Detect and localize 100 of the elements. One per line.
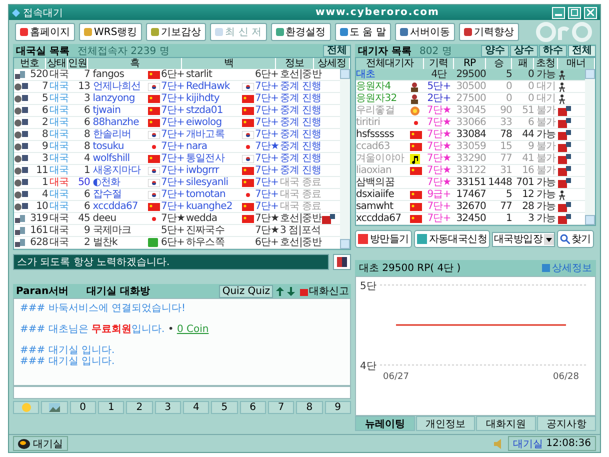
toolbar-button[interactable]: 환경설정 [270,23,331,41]
action-button[interactable]: 방만들기 [355,230,412,248]
table-cell-text: 가능 [535,189,557,200]
number-button[interactable]: 0 [70,401,96,414]
toolbar-button[interactable]: 기력향상 [458,23,519,41]
user-row[interactable]: tiritiri 7단★ 33066 33 6 불가 [356,117,585,129]
room-row[interactable]: 10대국 6 xccdda67 7단+kuanghe2 7단+대국 종료 [14,201,340,213]
search-button[interactable]: 찾기 [556,230,594,248]
number-button[interactable]: 4 [182,401,210,414]
room-select[interactable]: 대국방입장 [492,232,555,246]
room-row[interactable]: 319대국 45 deeu 7단★wedda 7단★호선|중반 [14,213,340,225]
down-arrow-icon[interactable] [287,286,295,296]
report-button[interactable]: 대화신고 [298,284,351,298]
scrollbar[interactable] [340,69,350,249]
toolbar-button[interactable]: 홈페이지 [15,23,75,41]
room-row[interactable]: 628대국 2 벌찬k 6단+하우스쪽 6단+호선|중반 [14,237,340,249]
info-tab[interactable]: 대화지원 [476,416,536,431]
room-row[interactable]: 3 대국 4 wolfshill 7단+통일전사 7단+중계 진행 [14,153,340,165]
room-row[interactable]: 5 대국 3 lanzyong 7단+kijihdty 7단+중계 진행 [14,93,340,105]
filter-tab[interactable]: 하수 [539,44,567,56]
room-row[interactable]: 2 대국 6 88hanzhe 7단+eiwolog 7단+중계 진행 [14,117,340,129]
scrollbar[interactable] [585,69,595,225]
minimize-button[interactable] [552,6,565,18]
number-button[interactable]: 3 [154,401,181,414]
column-header[interactable]: 인원 [68,58,88,69]
chat-input[interactable] [13,386,351,399]
room-row[interactable]: 8대국 8 한솔리버 7단+개바고록 7단+중계 진행 [14,129,340,141]
column-header[interactable]: 기력 [424,58,454,69]
table-cell: 7단+ [255,129,280,140]
axis-label: 5단 [360,281,376,292]
room-row[interactable]: 520대국 7 fangos 6단+starlit 6단+호선|중반 [14,69,340,81]
room-row[interactable]: 7 대국 13 언제나희선 7단+RedHawk 7단+중계 진행 [14,81,340,93]
filter-tab[interactable]: 양수 [481,44,509,56]
room-row[interactable]: 1 대국 50 ◐천화 7단+silesyanli 7단+대국 종료 [14,177,340,189]
user-row[interactable]: 겨울이야아 7단★ 33290 77 41 불가 [356,153,585,165]
maximize-button[interactable] [568,6,581,18]
user-row[interactable]: samwht 7단+ 32670 77 28 가능 [356,201,585,213]
room-row[interactable]: 11 대국 1 새옹지마다 7단+iwbgrrr 7단+중계 진행 [14,165,340,177]
column-header[interactable]: 정보 [276,58,314,69]
table-cell-text: eiwolog [186,117,223,128]
table-cell-text: tomotan [186,189,226,200]
column-header[interactable]: 번호 [14,58,46,69]
table-cell-text: 7단★ [426,117,452,128]
column-header[interactable]: 매너 [558,58,595,69]
column-header[interactable]: 백 [182,58,276,69]
user-row[interactable]: 응원자32 2단+ 27500 0 0 대기 [356,93,585,105]
number-button[interactable]: 1 [98,401,124,414]
table-cell-text: 불가 [535,117,557,128]
room-row[interactable]: 4대국 6 잡수절 7단+tomotan 7단+대국 종료 [14,189,340,201]
table-cell-text: 7단★ [426,177,452,188]
number-button[interactable]: 6 [240,401,266,414]
column-header[interactable]: 전체대기자 [356,58,424,69]
up-arrow-icon[interactable] [276,286,284,296]
user-row[interactable]: hsfsssss 7단★ 33084 78 44 가능 [356,129,585,141]
number-button[interactable]: 2 [126,401,153,414]
room-row[interactable]: 6대국 6 tjwain 7단+stzda01 7단+중계 진행 [14,105,340,117]
user-row[interactable]: xccdda67 7단+ 32450 1 3 가능 [356,213,585,225]
quiz-button[interactable]: Quiz Quiz [219,284,273,298]
number-button[interactable]: 7 [268,401,294,414]
coin-link[interactable]: 0 Coin [176,324,209,335]
close-button[interactable] [584,6,597,18]
column-header[interactable]: 상세정 [314,58,350,69]
user-row[interactable]: 삼백의꿈 7단★ 33151 1448 701 가능 [356,177,585,189]
number-button[interactable]: 5 [211,401,238,414]
number-button[interactable]: 9 [324,401,351,414]
book-button[interactable] [333,254,351,270]
filter-tab[interactable]: 상수 [510,44,538,56]
user-row[interactable]: dsxiaiife 9급+ 17467 5 12 가능 [356,189,585,201]
table-cell-text: 33122 [455,165,486,176]
table-cell-text: 개바고록 [186,129,226,140]
search-icon [560,234,570,244]
info-tab[interactable]: 공지사항 [536,416,596,431]
user-row[interactable]: 응원자4 5단+ 30500 0 0 대기 [356,81,585,93]
action-button[interactable]: 자동대국신청 [414,230,490,248]
table-cell-text: 16 [521,165,534,176]
column-header[interactable]: RP [454,58,486,69]
user-row[interactable]: ccad63 7단★ 33059 15 9 불가 [356,141,585,153]
table-cell: 호선|중반 [280,213,322,224]
room-row[interactable]: 9대국 8 tosuku 7단+nara 7단★중계 진행 [14,141,340,153]
table-cell-text: 5 [41,93,48,104]
filter-button[interactable]: 전체 [323,44,351,56]
column-header[interactable]: 상태 [46,58,68,69]
toolbar-button[interactable]: 도 움 말 [334,23,391,41]
tile-icon [276,28,284,36]
column-header[interactable]: 패 [512,58,534,69]
image-button[interactable] [41,401,68,414]
number-button[interactable]: 8 [296,401,323,414]
filter-tab[interactable]: 전체 [568,44,596,56]
info-tab[interactable]: 개인정보 [416,416,475,431]
column-header[interactable]: 초청 [534,58,558,69]
user-row[interactable]: 우리좋걸 7단★ 33045 90 51 불가 [356,105,585,117]
column-header[interactable]: 흑 [88,58,182,69]
toolbar-button[interactable]: WRS랭킹 [79,23,142,41]
user-row[interactable]: 대초 4단 29500 5 0 가능 [356,69,585,81]
user-row[interactable]: liaoxian 7단★ 33122 31 16 불가 [356,165,585,177]
room-row[interactable]: 161 대국 9 국제마크 5단+진짜국수 7단★3 점|포석 [14,225,340,237]
column-header[interactable]: 승 [486,58,512,69]
toolbar-button[interactable]: 서버이동 [394,23,455,41]
toolbar-button[interactable]: 기보감상 [146,23,206,41]
info-tab[interactable]: 뉴레이팅 [355,416,414,431]
